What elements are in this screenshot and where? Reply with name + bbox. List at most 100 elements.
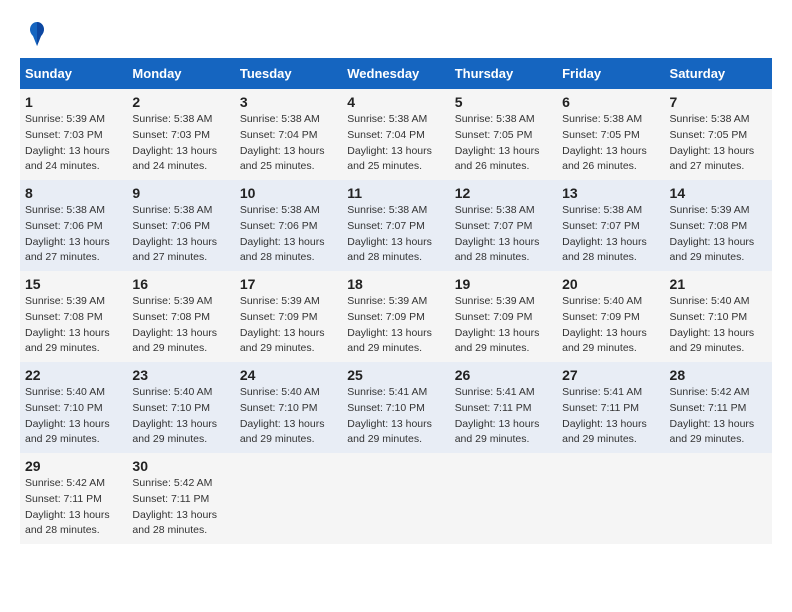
day-detail: Sunrise: 5:40 AMSunset: 7:09 PMDaylight:… [562,295,647,354]
calendar-cell: 1 Sunrise: 5:39 AMSunset: 7:03 PMDayligh… [20,89,127,180]
day-detail: Sunrise: 5:42 AMSunset: 7:11 PMDaylight:… [25,477,110,536]
weekday-header-saturday: Saturday [665,58,772,89]
day-detail: Sunrise: 5:40 AMSunset: 7:10 PMDaylight:… [25,386,110,445]
calendar-cell: 15 Sunrise: 5:39 AMSunset: 7:08 PMDaylig… [20,271,127,362]
weekday-header-row: SundayMondayTuesdayWednesdayThursdayFrid… [20,58,772,89]
weekday-header-monday: Monday [127,58,234,89]
day-number: 24 [240,367,337,383]
logo-icon [23,20,51,48]
day-number: 21 [670,276,767,292]
day-number: 5 [455,94,552,110]
day-number: 11 [347,185,444,201]
day-number: 18 [347,276,444,292]
day-detail: Sunrise: 5:40 AMSunset: 7:10 PMDaylight:… [240,386,325,445]
day-detail: Sunrise: 5:39 AMSunset: 7:03 PMDaylight:… [25,113,110,172]
day-detail: Sunrise: 5:39 AMSunset: 7:08 PMDaylight:… [25,295,110,354]
day-number: 9 [132,185,229,201]
calendar-cell: 8 Sunrise: 5:38 AMSunset: 7:06 PMDayligh… [20,180,127,271]
calendar-cell [665,453,772,544]
day-number: 6 [562,94,659,110]
day-number: 1 [25,94,122,110]
day-number: 27 [562,367,659,383]
calendar-week-5: 29 Sunrise: 5:42 AMSunset: 7:11 PMDaylig… [20,453,772,544]
day-number: 28 [670,367,767,383]
calendar-cell: 19 Sunrise: 5:39 AMSunset: 7:09 PMDaylig… [450,271,557,362]
day-number: 15 [25,276,122,292]
calendar-cell: 30 Sunrise: 5:42 AMSunset: 7:11 PMDaylig… [127,453,234,544]
day-number: 7 [670,94,767,110]
day-detail: Sunrise: 5:40 AMSunset: 7:10 PMDaylight:… [132,386,217,445]
calendar-cell [342,453,449,544]
day-detail: Sunrise: 5:38 AMSunset: 7:04 PMDaylight:… [347,113,432,172]
calendar-cell: 7 Sunrise: 5:38 AMSunset: 7:05 PMDayligh… [665,89,772,180]
weekday-header-thursday: Thursday [450,58,557,89]
day-detail: Sunrise: 5:38 AMSunset: 7:07 PMDaylight:… [562,204,647,263]
calendar-cell: 23 Sunrise: 5:40 AMSunset: 7:10 PMDaylig… [127,362,234,453]
day-detail: Sunrise: 5:38 AMSunset: 7:06 PMDaylight:… [25,204,110,263]
calendar-cell: 9 Sunrise: 5:38 AMSunset: 7:06 PMDayligh… [127,180,234,271]
calendar-cell: 14 Sunrise: 5:39 AMSunset: 7:08 PMDaylig… [665,180,772,271]
day-detail: Sunrise: 5:39 AMSunset: 7:09 PMDaylight:… [347,295,432,354]
calendar-cell: 12 Sunrise: 5:38 AMSunset: 7:07 PMDaylig… [450,180,557,271]
page-header [20,20,772,48]
day-number: 23 [132,367,229,383]
day-number: 2 [132,94,229,110]
day-number: 14 [670,185,767,201]
day-detail: Sunrise: 5:38 AMSunset: 7:06 PMDaylight:… [240,204,325,263]
day-number: 22 [25,367,122,383]
day-detail: Sunrise: 5:38 AMSunset: 7:05 PMDaylight:… [455,113,540,172]
day-number: 20 [562,276,659,292]
weekday-header-tuesday: Tuesday [235,58,342,89]
calendar-week-3: 15 Sunrise: 5:39 AMSunset: 7:08 PMDaylig… [20,271,772,362]
day-detail: Sunrise: 5:38 AMSunset: 7:07 PMDaylight:… [347,204,432,263]
day-detail: Sunrise: 5:39 AMSunset: 7:08 PMDaylight:… [132,295,217,354]
day-detail: Sunrise: 5:41 AMSunset: 7:11 PMDaylight:… [562,386,647,445]
day-number: 4 [347,94,444,110]
calendar-cell [235,453,342,544]
day-number: 30 [132,458,229,474]
day-number: 12 [455,185,552,201]
day-number: 19 [455,276,552,292]
calendar-cell: 20 Sunrise: 5:40 AMSunset: 7:09 PMDaylig… [557,271,664,362]
calendar-cell: 10 Sunrise: 5:38 AMSunset: 7:06 PMDaylig… [235,180,342,271]
day-number: 10 [240,185,337,201]
day-number: 25 [347,367,444,383]
day-number: 17 [240,276,337,292]
calendar-body: 1 Sunrise: 5:39 AMSunset: 7:03 PMDayligh… [20,89,772,544]
day-detail: Sunrise: 5:41 AMSunset: 7:10 PMDaylight:… [347,386,432,445]
calendar-cell: 24 Sunrise: 5:40 AMSunset: 7:10 PMDaylig… [235,362,342,453]
day-number: 26 [455,367,552,383]
day-number: 8 [25,185,122,201]
calendar-cell: 13 Sunrise: 5:38 AMSunset: 7:07 PMDaylig… [557,180,664,271]
day-detail: Sunrise: 5:41 AMSunset: 7:11 PMDaylight:… [455,386,540,445]
calendar-week-1: 1 Sunrise: 5:39 AMSunset: 7:03 PMDayligh… [20,89,772,180]
calendar-cell: 2 Sunrise: 5:38 AMSunset: 7:03 PMDayligh… [127,89,234,180]
calendar-cell: 28 Sunrise: 5:42 AMSunset: 7:11 PMDaylig… [665,362,772,453]
calendar-header: SundayMondayTuesdayWednesdayThursdayFrid… [20,58,772,89]
calendar-week-2: 8 Sunrise: 5:38 AMSunset: 7:06 PMDayligh… [20,180,772,271]
calendar-table: SundayMondayTuesdayWednesdayThursdayFrid… [20,58,772,544]
day-detail: Sunrise: 5:38 AMSunset: 7:06 PMDaylight:… [132,204,217,263]
day-detail: Sunrise: 5:38 AMSunset: 7:03 PMDaylight:… [132,113,217,172]
day-detail: Sunrise: 5:42 AMSunset: 7:11 PMDaylight:… [670,386,755,445]
weekday-header-friday: Friday [557,58,664,89]
day-detail: Sunrise: 5:39 AMSunset: 7:08 PMDaylight:… [670,204,755,263]
day-number: 29 [25,458,122,474]
day-number: 13 [562,185,659,201]
day-detail: Sunrise: 5:42 AMSunset: 7:11 PMDaylight:… [132,477,217,536]
calendar-cell: 16 Sunrise: 5:39 AMSunset: 7:08 PMDaylig… [127,271,234,362]
calendar-cell: 25 Sunrise: 5:41 AMSunset: 7:10 PMDaylig… [342,362,449,453]
day-detail: Sunrise: 5:38 AMSunset: 7:07 PMDaylight:… [455,204,540,263]
calendar-cell: 5 Sunrise: 5:38 AMSunset: 7:05 PMDayligh… [450,89,557,180]
day-detail: Sunrise: 5:38 AMSunset: 7:05 PMDaylight:… [562,113,647,172]
calendar-cell: 3 Sunrise: 5:38 AMSunset: 7:04 PMDayligh… [235,89,342,180]
day-detail: Sunrise: 5:40 AMSunset: 7:10 PMDaylight:… [670,295,755,354]
calendar-cell: 21 Sunrise: 5:40 AMSunset: 7:10 PMDaylig… [665,271,772,362]
calendar-cell: 6 Sunrise: 5:38 AMSunset: 7:05 PMDayligh… [557,89,664,180]
calendar-cell: 27 Sunrise: 5:41 AMSunset: 7:11 PMDaylig… [557,362,664,453]
calendar-cell: 4 Sunrise: 5:38 AMSunset: 7:04 PMDayligh… [342,89,449,180]
day-number: 16 [132,276,229,292]
day-detail: Sunrise: 5:39 AMSunset: 7:09 PMDaylight:… [240,295,325,354]
calendar-cell: 11 Sunrise: 5:38 AMSunset: 7:07 PMDaylig… [342,180,449,271]
day-number: 3 [240,94,337,110]
